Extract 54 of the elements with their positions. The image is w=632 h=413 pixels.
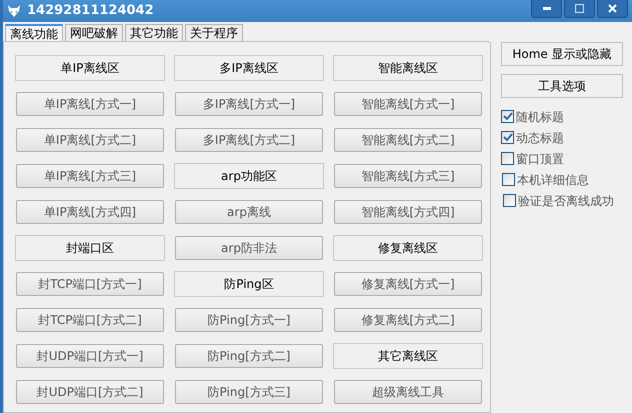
close-button[interactable] (597, 0, 628, 18)
action-button[interactable]: 修复离线[方式一] (334, 272, 482, 296)
section-label: 单IP离线区 (15, 55, 165, 81)
action-button[interactable]: 封TCP端口[方式一] (16, 272, 164, 296)
window-title: 14292811124042 (27, 2, 154, 20)
action-button[interactable]: 多IP离线[方式二] (175, 128, 323, 152)
action-button[interactable]: 智能离线[方式二] (334, 128, 482, 152)
checkbox[interactable] (501, 152, 514, 165)
section-label: 智能离线区 (333, 55, 483, 81)
action-button[interactable]: 封UDP端口[方式二] (16, 380, 164, 404)
checkbox-label: 窗口顶置 (516, 150, 564, 168)
minimize-button[interactable] (531, 0, 562, 18)
minimize-icon (542, 7, 550, 10)
action-button[interactable]: 防Ping[方式三] (175, 380, 323, 404)
checkbox[interactable] (502, 173, 515, 186)
section-label: 防Ping区 (174, 271, 324, 297)
checkbox[interactable] (503, 194, 516, 207)
action-button[interactable]: 多IP离线[方式一] (175, 92, 323, 116)
action-button[interactable]: arp离线 (175, 200, 323, 224)
action-button[interactable]: 防Ping[方式一] (175, 308, 323, 332)
section-label: 多IP离线区 (174, 55, 324, 81)
action-button[interactable]: 单IP离线[方式三] (16, 164, 164, 188)
toggle-button[interactable]: Home 显示或隐藏 (501, 42, 623, 66)
checkbox[interactable] (501, 131, 514, 144)
options-label: 工具选项 (501, 74, 623, 98)
section-label: 其它离线区 (333, 343, 483, 369)
checkbox-label: 验证是否离线成功 (518, 192, 614, 210)
action-button[interactable]: 封UDP端口[方式一] (16, 344, 164, 368)
checkbox-label: 随机标题 (516, 108, 564, 126)
checkbox[interactable] (501, 110, 514, 123)
tab[interactable]: 网吧破解 (65, 24, 123, 41)
checkbox-label: 本机详细信息 (517, 172, 589, 188)
action-button[interactable]: 超级离线工具 (334, 380, 482, 404)
action-button[interactable]: 智能离线[方式四] (334, 200, 482, 224)
action-button[interactable]: 单IP离线[方式四] (16, 200, 164, 224)
checkbox-label: 动态标题 (516, 130, 564, 146)
close-icon (608, 4, 617, 13)
tab[interactable]: 离线功能 (5, 24, 63, 41)
action-button[interactable]: 防Ping[方式二] (175, 344, 323, 368)
section-label: arp功能区 (174, 163, 324, 189)
tab[interactable]: 其它功能 (125, 24, 183, 41)
action-button[interactable]: 智能离线[方式一] (334, 92, 482, 116)
action-button[interactable]: 单IP离线[方式一] (16, 92, 164, 116)
app-icon (7, 4, 21, 18)
maximize-icon (575, 4, 584, 13)
action-button[interactable]: 封TCP端口[方式二] (16, 308, 164, 332)
action-button[interactable]: 修复离线[方式二] (334, 308, 482, 332)
action-button[interactable]: 单IP离线[方式二] (16, 128, 164, 152)
action-button[interactable]: 智能离线[方式三] (334, 164, 482, 188)
tab[interactable]: 关于程序 (185, 24, 243, 41)
action-button[interactable]: arp防非法 (175, 236, 323, 260)
maximize-button[interactable] (564, 0, 595, 18)
section-label: 封端口区 (15, 235, 165, 261)
section-label: 修复离线区 (333, 235, 483, 261)
